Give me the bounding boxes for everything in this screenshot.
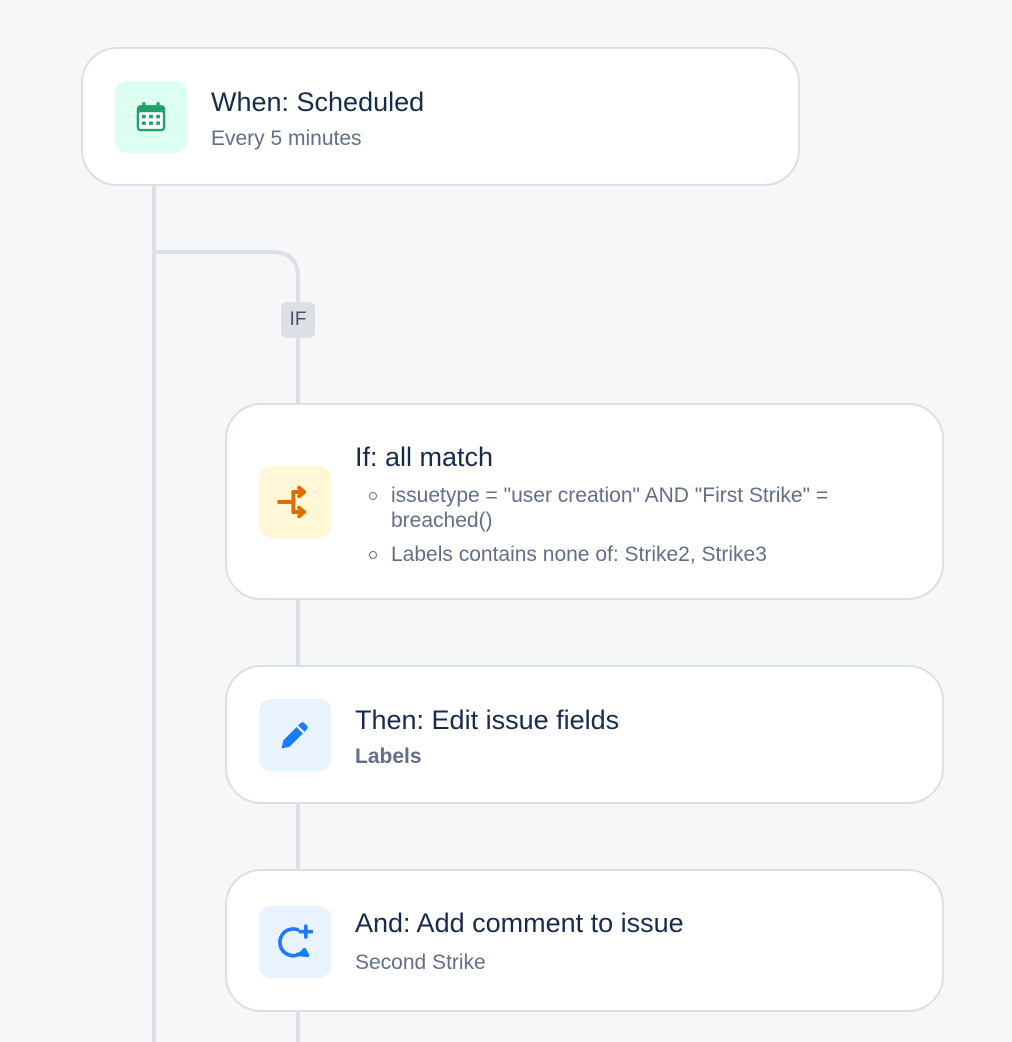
condition-list: issuetype = "user creation" AND "First S… (355, 483, 915, 576)
edit-issue-action-card[interactable]: Then: Edit issue fields Labels (225, 665, 944, 804)
condition-icon-box (259, 466, 331, 538)
trigger-title: When: Scheduled (211, 87, 425, 117)
trigger-icon-box (115, 81, 187, 153)
comment-action-title: And: Add comment to issue (355, 908, 684, 938)
add-comment-icon (278, 924, 314, 958)
edit-action-title: Then: Edit issue fields (355, 705, 620, 735)
add-comment-action-card[interactable]: And: Add comment to issue Second Strike (225, 869, 944, 1012)
trigger-subtitle: Every 5 minutes (211, 127, 362, 150)
trigger-card[interactable]: When: Scheduled Every 5 minutes (81, 47, 800, 186)
edit-icon-box (259, 699, 331, 771)
condition-item: Labels contains none of: Strike2, Strike… (355, 542, 915, 567)
branch-curve-line (154, 250, 300, 302)
comment-action-subtitle: Second Strike (355, 951, 486, 974)
branch-condition-icon (277, 485, 307, 519)
edit-action-field: Labels (355, 745, 422, 768)
calendar-icon (136, 101, 166, 132)
condition-card[interactable]: If: all match issuetype = "user creation… (225, 403, 944, 600)
if-branch-badge: IF (281, 302, 315, 338)
condition-title: If: all match (355, 442, 494, 472)
condition-item: issuetype = "user creation" AND "First S… (355, 483, 915, 533)
pencil-icon (281, 722, 308, 749)
comment-icon-box (259, 906, 331, 978)
rule-canvas: When: Scheduled Every 5 minutes IF If: a… (0, 0, 1012, 1042)
